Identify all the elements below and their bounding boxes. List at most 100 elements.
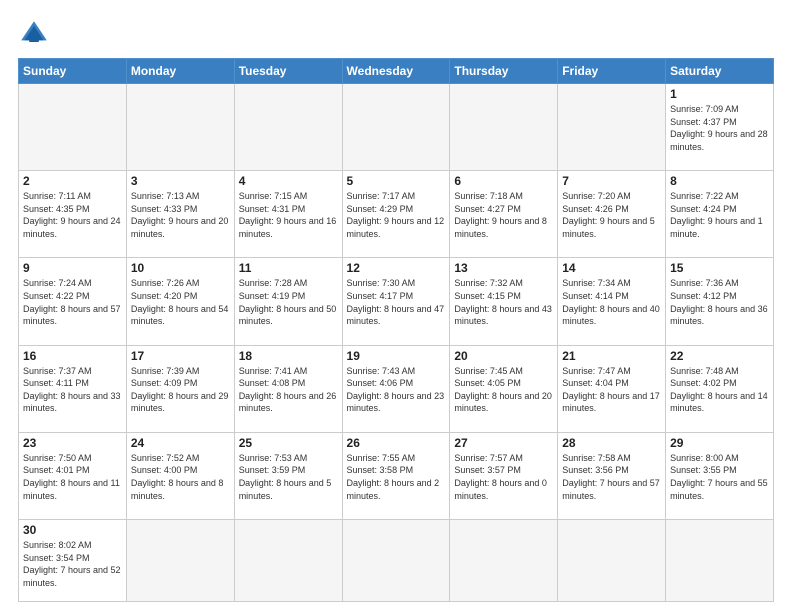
day-info: Sunrise: 8:02 AM Sunset: 3:54 PM Dayligh… — [23, 539, 122, 589]
calendar-cell: 12Sunrise: 7:30 AM Sunset: 4:17 PM Dayli… — [342, 258, 450, 345]
calendar-cell — [234, 519, 342, 601]
day-number: 26 — [347, 436, 446, 450]
day-info: Sunrise: 8:00 AM Sunset: 3:55 PM Dayligh… — [670, 452, 769, 502]
calendar-header-row: SundayMondayTuesdayWednesdayThursdayFrid… — [19, 59, 774, 84]
day-info: Sunrise: 7:47 AM Sunset: 4:04 PM Dayligh… — [562, 365, 661, 415]
day-info: Sunrise: 7:17 AM Sunset: 4:29 PM Dayligh… — [347, 190, 446, 240]
calendar-cell: 24 Sunrise: 7:52 AM Sunset: 4:00 PM Dayli… — [126, 432, 234, 519]
calendar-cell: 9Sunrise: 7:24 AM Sunset: 4:22 PM Daylig… — [19, 258, 127, 345]
calendar-week-5: 30 Sunrise: 8:02 AM Sunset: 3:54 PM Dayli… — [19, 519, 774, 601]
calendar-cell — [234, 84, 342, 171]
day-info: Sunrise: 7:32 AM Sunset: 4:15 PM Dayligh… — [454, 277, 553, 327]
calendar-week-2: 9Sunrise: 7:24 AM Sunset: 4:22 PM Daylig… — [19, 258, 774, 345]
day-info: Sunrise: 7:57 AM Sunset: 3:57 PM Dayligh… — [454, 452, 553, 502]
day-info: Sunrise: 7:53 AM Sunset: 3:59 PM Dayligh… — [239, 452, 338, 502]
calendar-cell: 1 Sunrise: 7:09 AM Sunset: 4:37 PM Daylig… — [666, 84, 774, 171]
calendar-cell — [126, 84, 234, 171]
day-info: Sunrise: 7:43 AM Sunset: 4:06 PM Dayligh… — [347, 365, 446, 415]
calendar-cell — [450, 519, 558, 601]
day-number: 15 — [670, 261, 769, 275]
calendar-cell: 30 Sunrise: 8:02 AM Sunset: 3:54 PM Dayli… — [19, 519, 127, 601]
calendar-cell — [450, 84, 558, 171]
calendar-cell — [19, 84, 127, 171]
calendar-week-4: 23Sunrise: 7:50 AM Sunset: 4:01 PM Dayli… — [19, 432, 774, 519]
day-number: 21 — [562, 349, 661, 363]
day-number: 2 — [23, 174, 122, 188]
day-number: 27 — [454, 436, 553, 450]
day-number: 8 — [670, 174, 769, 188]
day-info: Sunrise: 7:58 AM Sunset: 3:56 PM Dayligh… — [562, 452, 661, 502]
day-info: Sunrise: 7:52 AM Sunset: 4:00 PM Dayligh… — [131, 452, 230, 502]
calendar-cell: 14Sunrise: 7:34 AM Sunset: 4:14 PM Dayli… — [558, 258, 666, 345]
day-info: Sunrise: 7:13 AM Sunset: 4:33 PM Dayligh… — [131, 190, 230, 240]
calendar-cell: 5 Sunrise: 7:17 AM Sunset: 4:29 PM Daylig… — [342, 171, 450, 258]
calendar-week-0: 1 Sunrise: 7:09 AM Sunset: 4:37 PM Daylig… — [19, 84, 774, 171]
day-info: Sunrise: 7:22 AM Sunset: 4:24 PM Dayligh… — [670, 190, 769, 240]
day-number: 3 — [131, 174, 230, 188]
calendar-cell — [342, 84, 450, 171]
day-info: Sunrise: 7:39 AM Sunset: 4:09 PM Dayligh… — [131, 365, 230, 415]
day-number: 4 — [239, 174, 338, 188]
calendar-cell: 2Sunrise: 7:11 AM Sunset: 4:35 PM Daylig… — [19, 171, 127, 258]
day-number: 11 — [239, 261, 338, 275]
day-number: 13 — [454, 261, 553, 275]
day-info: Sunrise: 7:09 AM Sunset: 4:37 PM Dayligh… — [670, 103, 769, 153]
day-info: Sunrise: 7:30 AM Sunset: 4:17 PM Dayligh… — [347, 277, 446, 327]
calendar-cell: 28 Sunrise: 7:58 AM Sunset: 3:56 PM Dayli… — [558, 432, 666, 519]
calendar-cell: 7Sunrise: 7:20 AM Sunset: 4:26 PM Daylig… — [558, 171, 666, 258]
day-info: Sunrise: 7:36 AM Sunset: 4:12 PM Dayligh… — [670, 277, 769, 327]
calendar-cell — [558, 519, 666, 601]
calendar-cell: 22Sunrise: 7:48 AM Sunset: 4:02 PM Dayli… — [666, 345, 774, 432]
day-info: Sunrise: 7:15 AM Sunset: 4:31 PM Dayligh… — [239, 190, 338, 240]
calendar-cell: 16 Sunrise: 7:37 AM Sunset: 4:11 PM Dayli… — [19, 345, 127, 432]
calendar-cell: 13 Sunrise: 7:32 AM Sunset: 4:15 PM Dayli… — [450, 258, 558, 345]
calendar-cell: 29 Sunrise: 8:00 AM Sunset: 3:55 PM Dayli… — [666, 432, 774, 519]
day-number: 30 — [23, 523, 122, 537]
day-number: 1 — [670, 87, 769, 101]
day-number: 23 — [23, 436, 122, 450]
day-number: 28 — [562, 436, 661, 450]
day-number: 19 — [347, 349, 446, 363]
day-number: 7 — [562, 174, 661, 188]
header — [18, 18, 774, 50]
day-number: 20 — [454, 349, 553, 363]
day-number: 24 — [131, 436, 230, 450]
calendar-cell: 8 Sunrise: 7:22 AM Sunset: 4:24 PM Daylig… — [666, 171, 774, 258]
day-info: Sunrise: 7:24 AM Sunset: 4:22 PM Dayligh… — [23, 277, 122, 327]
calendar-cell: 6Sunrise: 7:18 AM Sunset: 4:27 PM Daylig… — [450, 171, 558, 258]
day-number: 17 — [131, 349, 230, 363]
calendar-header-friday: Friday — [558, 59, 666, 84]
calendar-cell — [126, 519, 234, 601]
page: SundayMondayTuesdayWednesdayThursdayFrid… — [0, 0, 792, 612]
logo — [18, 18, 54, 50]
day-info: Sunrise: 7:55 AM Sunset: 3:58 PM Dayligh… — [347, 452, 446, 502]
calendar-cell — [666, 519, 774, 601]
day-info: Sunrise: 7:26 AM Sunset: 4:20 PM Dayligh… — [131, 277, 230, 327]
calendar-header-saturday: Saturday — [666, 59, 774, 84]
calendar-cell — [558, 84, 666, 171]
day-number: 5 — [347, 174, 446, 188]
calendar-header-sunday: Sunday — [19, 59, 127, 84]
day-number: 29 — [670, 436, 769, 450]
day-number: 16 — [23, 349, 122, 363]
calendar-cell: 26 Sunrise: 7:55 AM Sunset: 3:58 PM Dayli… — [342, 432, 450, 519]
day-info: Sunrise: 7:48 AM Sunset: 4:02 PM Dayligh… — [670, 365, 769, 415]
day-info: Sunrise: 7:45 AM Sunset: 4:05 PM Dayligh… — [454, 365, 553, 415]
day-number: 18 — [239, 349, 338, 363]
day-info: Sunrise: 7:37 AM Sunset: 4:11 PM Dayligh… — [23, 365, 122, 415]
calendar-cell: 15 Sunrise: 7:36 AM Sunset: 4:12 PM Dayli… — [666, 258, 774, 345]
calendar-cell: 23Sunrise: 7:50 AM Sunset: 4:01 PM Dayli… — [19, 432, 127, 519]
day-info: Sunrise: 7:28 AM Sunset: 4:19 PM Dayligh… — [239, 277, 338, 327]
calendar-cell: 18Sunrise: 7:41 AM Sunset: 4:08 PM Dayli… — [234, 345, 342, 432]
calendar-header-thursday: Thursday — [450, 59, 558, 84]
logo-icon — [18, 18, 50, 50]
day-number: 14 — [562, 261, 661, 275]
calendar-cell: 17 Sunrise: 7:39 AM Sunset: 4:09 PM Dayli… — [126, 345, 234, 432]
calendar-week-3: 16 Sunrise: 7:37 AM Sunset: 4:11 PM Dayli… — [19, 345, 774, 432]
calendar-cell: 11 Sunrise: 7:28 AM Sunset: 4:19 PM Dayli… — [234, 258, 342, 345]
calendar-week-1: 2Sunrise: 7:11 AM Sunset: 4:35 PM Daylig… — [19, 171, 774, 258]
calendar-cell: 21 Sunrise: 7:47 AM Sunset: 4:04 PM Dayli… — [558, 345, 666, 432]
calendar-cell: 20 Sunrise: 7:45 AM Sunset: 4:05 PM Dayli… — [450, 345, 558, 432]
calendar-cell: 19 Sunrise: 7:43 AM Sunset: 4:06 PM Dayli… — [342, 345, 450, 432]
calendar-cell: 3 Sunrise: 7:13 AM Sunset: 4:33 PM Daylig… — [126, 171, 234, 258]
